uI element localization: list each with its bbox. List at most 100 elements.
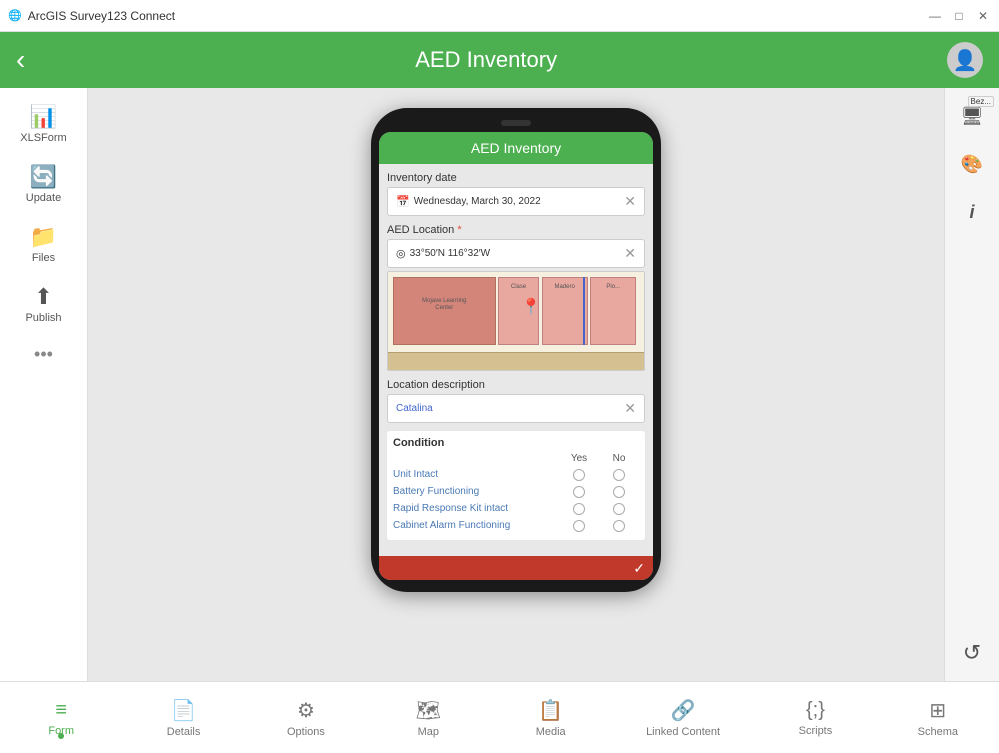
tab-schema[interactable]: ⊞ Schema	[903, 694, 973, 742]
cabinet-yes-radio[interactable]	[559, 520, 599, 532]
calendar-icon: 📅	[396, 195, 410, 208]
scripts-tab-label: Scripts	[799, 725, 833, 737]
sidebar-more[interactable]: •••	[34, 336, 53, 373]
inventory-date-label: Inventory date	[387, 172, 645, 184]
back-button[interactable]: ‹	[16, 44, 25, 76]
location-icon: ◎	[396, 247, 406, 260]
center-content: AED Inventory Inventory date 📅 Wednesday…	[88, 88, 944, 681]
map-area[interactable]: Mojave LearningCenter Clase Madero	[387, 271, 645, 371]
scripts-tab-icon: {;}	[806, 699, 825, 722]
title-bar-controls: — □ ✕	[927, 8, 991, 24]
check-icon: ✓	[633, 560, 645, 577]
phone-screen: AED Inventory Inventory date 📅 Wednesday…	[379, 132, 653, 580]
sidebar-item-xlsform[interactable]: 📊 XLSForm	[4, 96, 84, 152]
sidebar-label-publish: Publish	[25, 312, 61, 324]
main-area: 📊 XLSForm 🔄 Update 📁 Files ⬆ Publish •••…	[0, 88, 999, 681]
unit-intact-yes-radio[interactable]	[559, 469, 599, 481]
minimize-button[interactable]: —	[927, 8, 943, 24]
battery-no-radio[interactable]	[599, 486, 639, 498]
no-header: No	[599, 453, 639, 464]
unit-intact-no-radio[interactable]	[599, 469, 639, 481]
options-tab-label: Options	[287, 726, 325, 738]
condition-title: Condition	[393, 437, 639, 449]
screen-title: AED Inventory	[471, 140, 561, 156]
phone-notch	[501, 120, 531, 126]
cabinet-no-radio[interactable]	[599, 520, 639, 532]
tab-map[interactable]: 🗺 Map	[393, 694, 463, 742]
sidebar-label-xlsform: XLSForm	[20, 132, 66, 144]
tab-linked[interactable]: 🔗 Linked Content	[638, 694, 728, 742]
yes-header: Yes	[559, 453, 599, 464]
location-desc-input[interactable]: Catalina ✕	[387, 394, 645, 423]
undo-tool[interactable]: ↺	[952, 633, 992, 673]
linked-tab-label: Linked Content	[646, 726, 720, 738]
files-icon: 📁	[30, 224, 57, 250]
publish-icon: ⬆	[34, 284, 52, 310]
tab-scripts[interactable]: {;} Scripts	[780, 695, 850, 741]
tab-details[interactable]: 📄 Details	[149, 694, 219, 742]
app-logo: 🌐	[8, 9, 22, 22]
condition-label-cabinet: Cabinet Alarm Functioning	[393, 519, 559, 532]
map-inner: Mojave LearningCenter Clase Madero	[388, 272, 644, 370]
screen-header: AED Inventory	[379, 132, 653, 164]
linked-tab-icon: 🔗	[671, 698, 696, 723]
bottom-tabs: ≡ Form 📄 Details ⚙ Options 🗺 Map 📋 Media…	[0, 681, 999, 753]
location-clear-button[interactable]: ✕	[624, 245, 636, 262]
tab-media[interactable]: 📋 Media	[516, 694, 586, 742]
form-tab-icon: ≡	[55, 699, 67, 722]
aed-location-input[interactable]: ◎ 33°50′N 116°32′W ✕	[387, 239, 645, 268]
inventory-date-section: Inventory date 📅 Wednesday, March 30, 20…	[387, 172, 645, 216]
left-sidebar: 📊 XLSForm 🔄 Update 📁 Files ⬆ Publish •••	[0, 88, 88, 681]
details-tab-icon: 📄	[171, 698, 196, 723]
title-bar: 🌐 ArcGIS Survey123 Connect — □ ✕	[0, 0, 999, 32]
style-tool[interactable]: 🎨	[952, 144, 992, 184]
condition-row-rrk: Rapid Response Kit intact	[393, 500, 639, 517]
preview-icon: 🖥	[961, 106, 984, 127]
condition-row-battery: Battery Functioning	[393, 483, 639, 500]
preview-tool[interactable]: 🖥 Bez...	[952, 96, 992, 136]
aed-location-label: AED Location *	[387, 224, 645, 236]
form-tab-active-dot	[58, 733, 64, 739]
schema-tab-icon: ⊞	[929, 698, 946, 723]
map-pin: 📍	[521, 297, 541, 317]
location-desc-value: Catalina	[396, 403, 433, 414]
maximize-button[interactable]: □	[951, 8, 967, 24]
options-tab-icon: ⚙	[297, 698, 315, 723]
media-tab-icon: 📋	[538, 698, 563, 723]
sidebar-item-update[interactable]: 🔄 Update	[4, 156, 84, 212]
battery-yes-radio[interactable]	[559, 486, 599, 498]
style-icon: 🎨	[961, 154, 983, 175]
user-avatar[interactable]: 👤	[947, 42, 983, 78]
tab-form[interactable]: ≡ Form	[26, 695, 96, 741]
map-tab-icon: 🗺	[416, 698, 441, 723]
condition-header: Yes No	[393, 453, 639, 464]
sidebar-label-update: Update	[26, 192, 61, 204]
inventory-date-value: Wednesday, March 30, 2022	[414, 196, 541, 207]
date-clear-button[interactable]: ✕	[624, 193, 636, 210]
location-desc-label: Location description	[387, 379, 645, 391]
undo-icon: ↺	[963, 640, 981, 666]
condition-row-unit-intact: Unit Intact	[393, 466, 639, 483]
condition-row-cabinet: Cabinet Alarm Functioning	[393, 517, 639, 534]
info-icon: i	[969, 202, 974, 223]
sidebar-item-files[interactable]: 📁 Files	[4, 216, 84, 272]
inventory-date-input[interactable]: 📅 Wednesday, March 30, 2022 ✕	[387, 187, 645, 216]
media-tab-label: Media	[536, 726, 566, 738]
condition-label-battery: Battery Functioning	[393, 485, 559, 498]
desc-clear-button[interactable]: ✕	[624, 400, 636, 417]
info-tool[interactable]: i	[952, 192, 992, 232]
sidebar-label-files: Files	[32, 252, 55, 264]
sidebar-item-publish[interactable]: ⬆ Publish	[4, 276, 84, 332]
app-title: ArcGIS Survey123 Connect	[28, 9, 175, 23]
condition-label-rrk: Rapid Response Kit intact	[393, 502, 559, 515]
aed-location-section: AED Location * ◎ 33°50′N 116°32′W ✕	[387, 224, 645, 371]
rrk-no-radio[interactable]	[599, 503, 639, 515]
location-coords: 33°50′N 116°32′W	[410, 248, 491, 259]
schema-tab-label: Schema	[918, 726, 958, 738]
rrk-yes-radio[interactable]	[559, 503, 599, 515]
title-bar-left: 🌐 ArcGIS Survey123 Connect	[8, 9, 175, 23]
close-button[interactable]: ✕	[975, 8, 991, 24]
tab-options[interactable]: ⚙ Options	[271, 694, 341, 742]
right-sidebar: 🖥 Bez... 🎨 i ↺	[944, 88, 999, 681]
location-desc-section: Location description Catalina ✕	[387, 379, 645, 423]
